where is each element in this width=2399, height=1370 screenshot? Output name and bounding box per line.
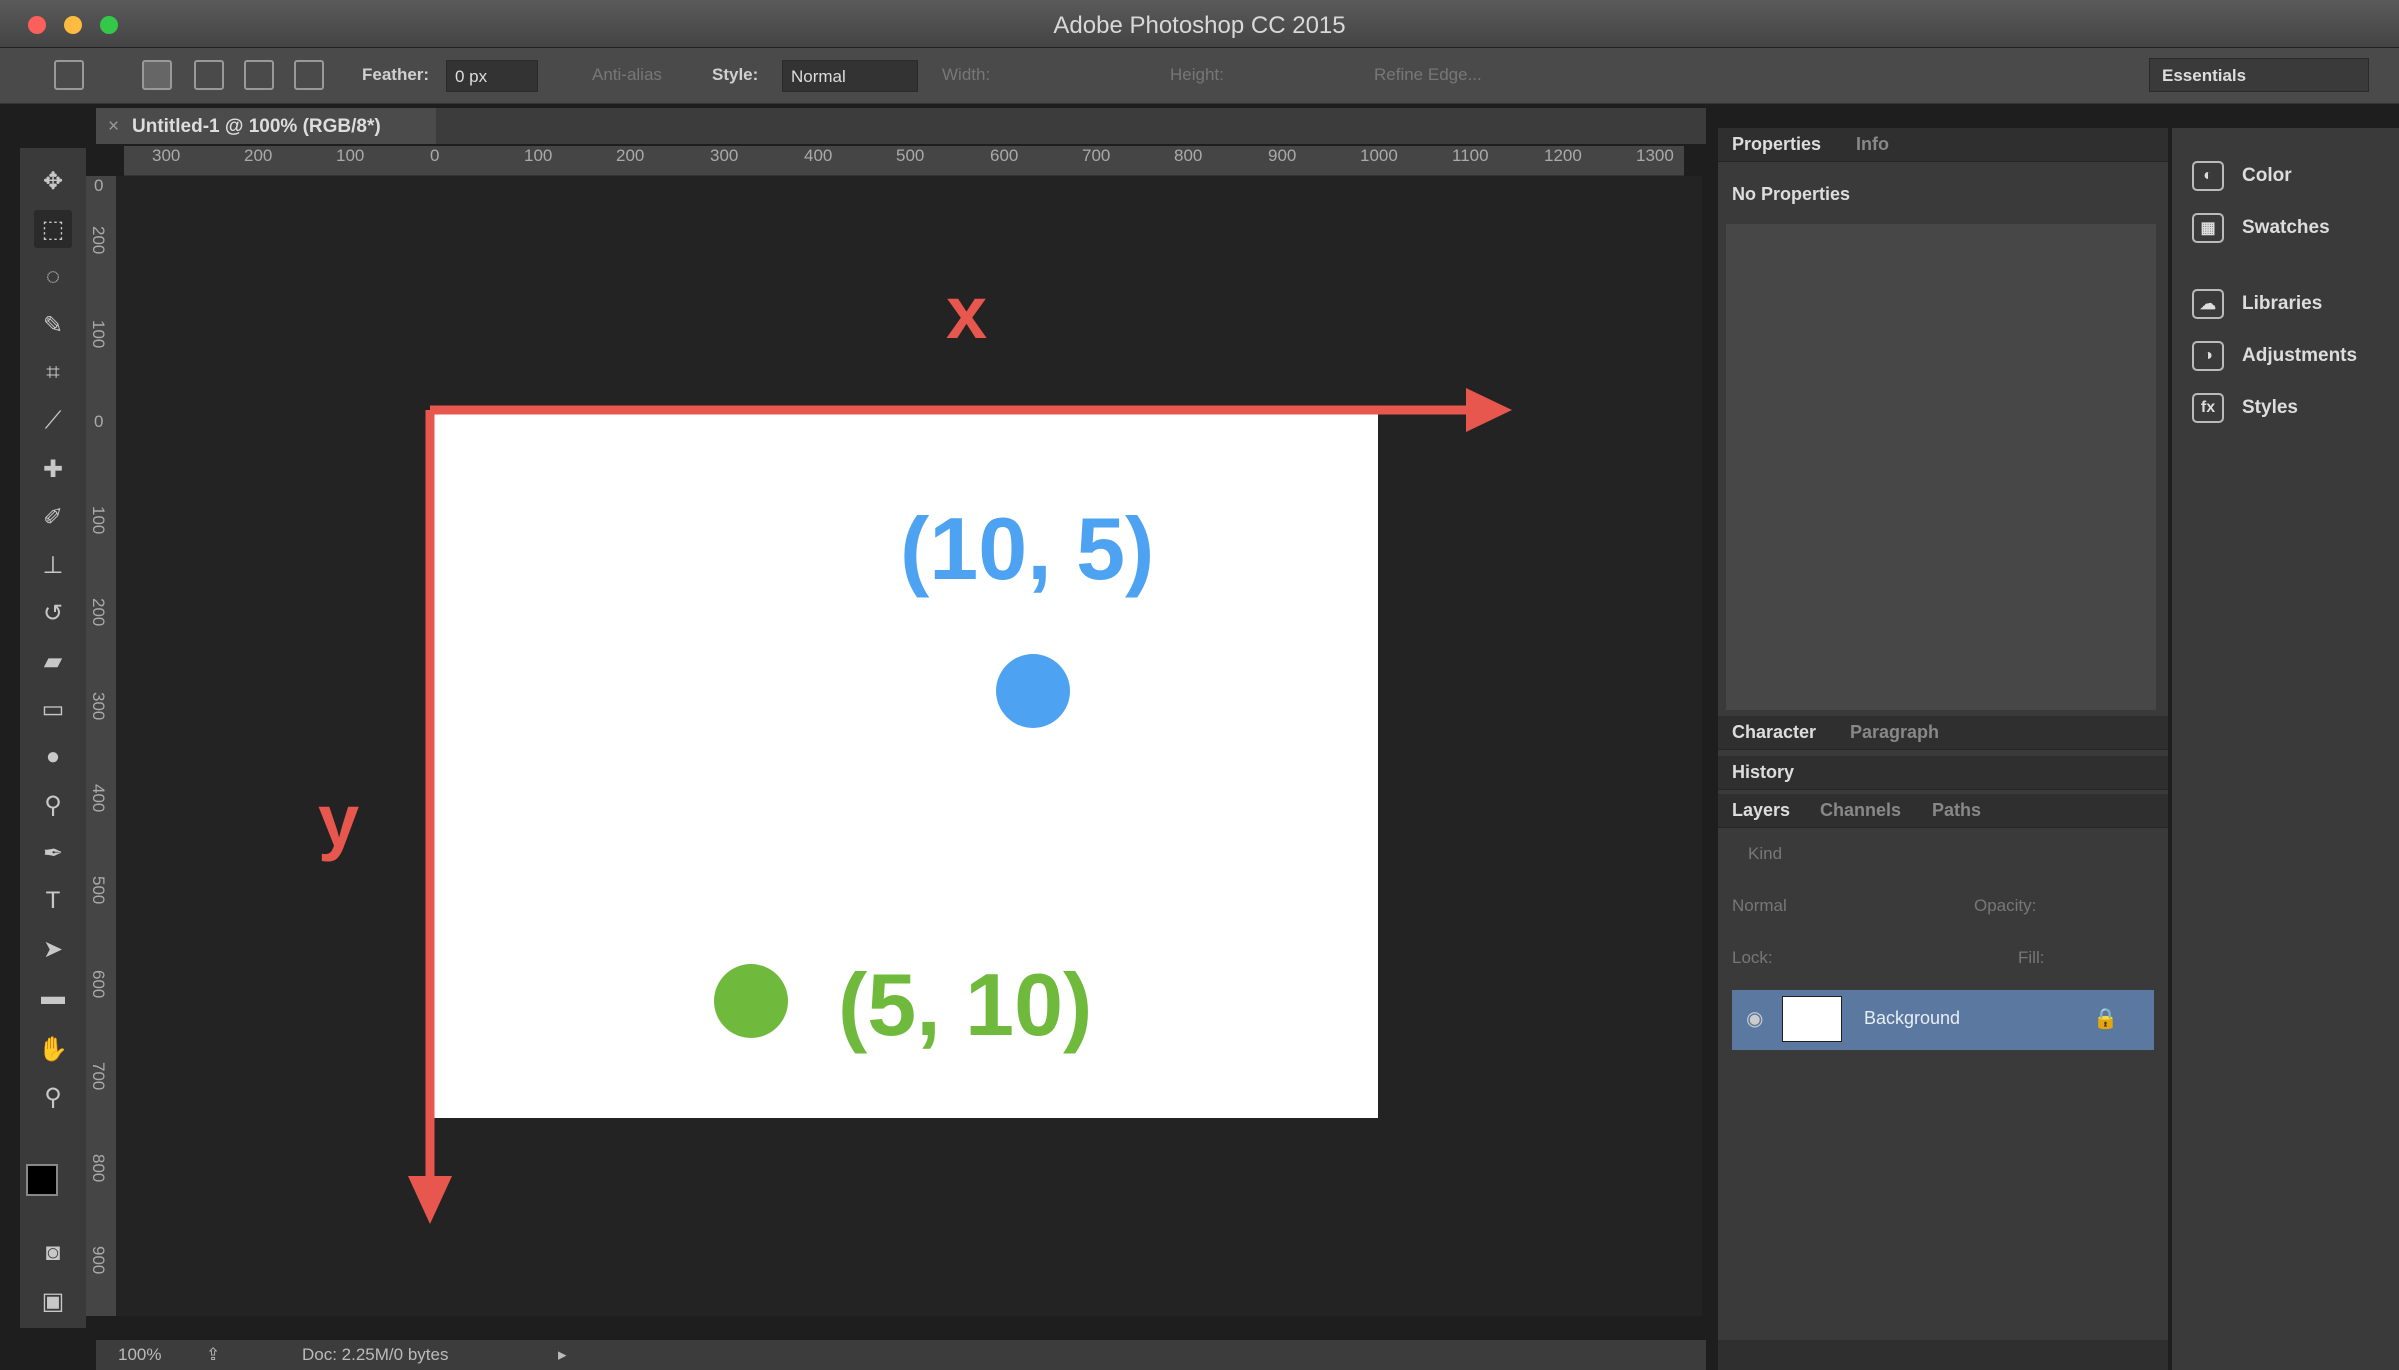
tab-paths[interactable]: Paths <box>1932 800 1981 821</box>
tab-info[interactable]: Info <box>1856 134 1889 155</box>
tab-character[interactable]: Character <box>1732 722 1816 743</box>
point-b-dot <box>714 964 788 1038</box>
styles-icon: fx <box>2192 393 2224 423</box>
layers-tab-bar: Layers Channels Paths <box>1718 794 2168 828</box>
tab-paragraph[interactable]: Paragraph <box>1850 722 1939 743</box>
y-axis-label: y <box>318 779 360 862</box>
doc-info: Doc: 2.25M/0 bytes <box>302 1345 449 1364</box>
swatches-icon: ▦ <box>2192 213 2224 243</box>
layers-filter-kind[interactable]: Kind <box>1748 844 1782 864</box>
point-b-label: (5, 10) <box>838 955 1093 1054</box>
photoshop-window: Adobe Photoshop CC 2015 Feather: 0 px An… <box>0 0 2399 1370</box>
properties-tab-bar: Properties Info <box>1718 128 2168 162</box>
dock-color[interactable]: ◐ Color <box>2192 156 2292 196</box>
adjustments-icon: ◑ <box>2192 341 2224 371</box>
properties-empty-text: No Properties <box>1732 184 1851 204</box>
dock-styles-label: Styles <box>2242 397 2298 418</box>
x-axis-arrowhead <box>1466 388 1512 432</box>
libraries-icon: ☁ <box>2192 289 2224 319</box>
tab-channels[interactable]: Channels <box>1820 800 1901 821</box>
dock-adjustments-label: Adjustments <box>2242 345 2358 366</box>
layers-bottom-toolbar <box>1718 1340 2168 1370</box>
y-axis-arrowhead <box>408 1176 452 1224</box>
layer-lock-icon: 🔒 <box>2093 1008 2118 1030</box>
blend-mode-select[interactable]: Normal <box>1732 896 1787 916</box>
panel-dock: ◐ Color ▦ Swatches ☁ Libraries ◑ Adjustments… <box>2172 128 2399 1370</box>
opacity-label: Opacity: <box>1974 896 2037 915</box>
character-tab-bar: Character Paragraph <box>1718 716 2168 750</box>
tab-layers[interactable]: Layers <box>1732 800 1790 821</box>
color-icon: ◐ <box>2192 161 2224 191</box>
fill-label: Fill: <box>2018 948 2045 967</box>
status-menu-arrow-icon[interactable]: ▸ <box>558 1345 567 1365</box>
history-tab-bar: History <box>1718 756 2168 790</box>
dock-color-label: Color <box>2242 165 2292 186</box>
tab-history[interactable]: History <box>1732 762 1794 783</box>
point-a-label: (10, 5) <box>900 499 1155 598</box>
visibility-eye-icon[interactable]: ◉ <box>1746 1006 1763 1031</box>
dock-styles[interactable]: fx Styles <box>2192 388 2298 428</box>
tab-properties[interactable]: Properties <box>1732 134 1821 155</box>
layer-name[interactable]: Background <box>1864 1008 1960 1029</box>
right-panel-column: Properties Info No Properties Character … <box>1718 128 2168 1370</box>
zoom-level[interactable]: 100% <box>118 1345 161 1365</box>
lock-label: Lock: <box>1732 948 1773 967</box>
x-axis-label: x <box>946 271 988 354</box>
dock-libraries-label: Libraries <box>2242 293 2323 314</box>
dock-swatches-label: Swatches <box>2242 217 2330 238</box>
dock-adjustments[interactable]: ◑ Adjustments <box>2192 336 2357 376</box>
dock-libraries[interactable]: ☁ Libraries <box>2192 284 2322 324</box>
point-a-dot <box>996 654 1070 728</box>
dock-swatches[interactable]: ▦ Swatches <box>2192 208 2330 248</box>
layer-thumbnail <box>1782 996 1842 1042</box>
share-icon[interactable]: ⇪ <box>206 1345 220 1365</box>
layer-row-background[interactable]: ◉ Background 🔒 <box>1732 990 2154 1050</box>
status-bar: 100% ⇪ Doc: 2.25M/0 bytes ▸ <box>96 1340 1706 1370</box>
properties-body <box>1726 224 2156 710</box>
